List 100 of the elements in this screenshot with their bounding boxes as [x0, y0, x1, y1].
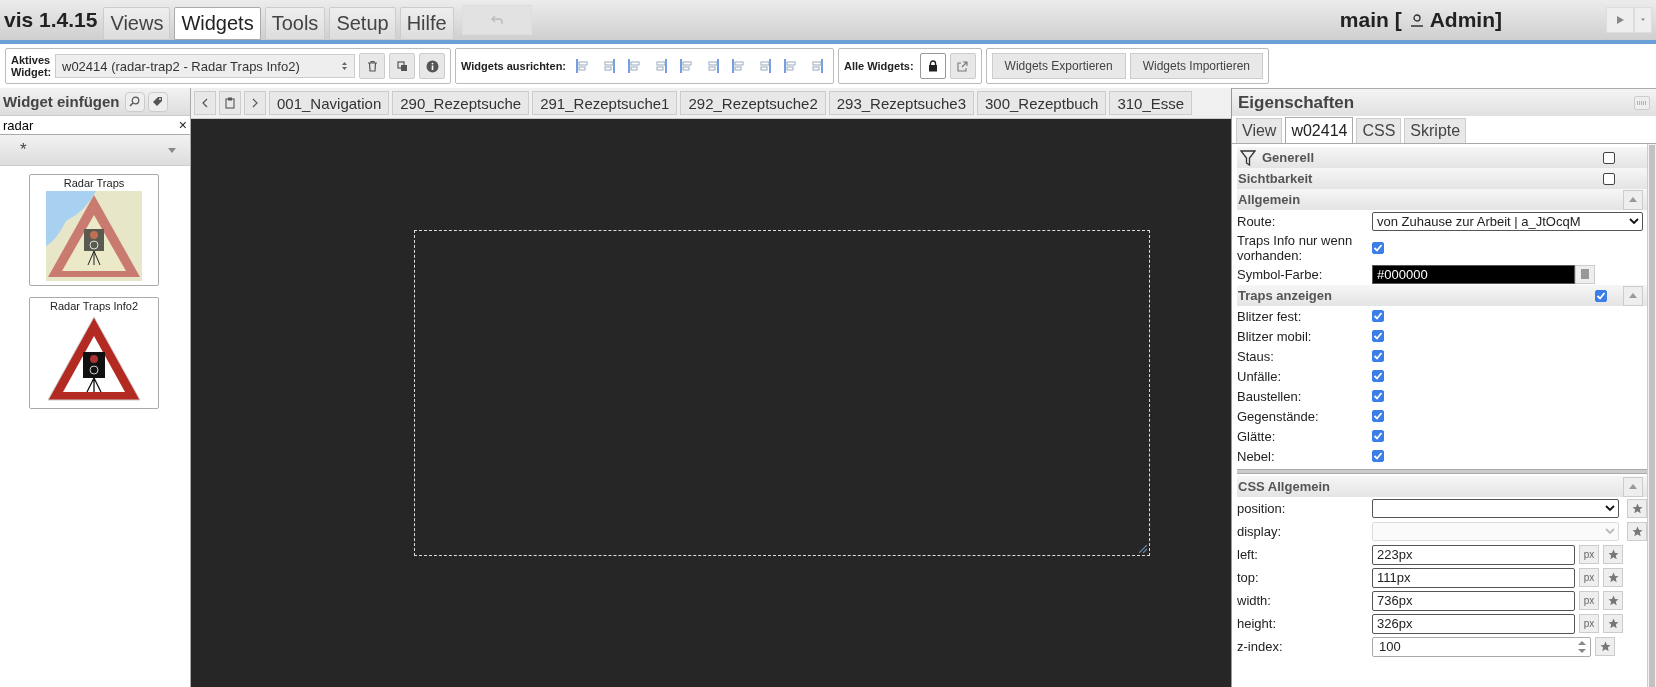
page-tab[interactable]: 292_Rezeptsuche2: [680, 91, 826, 115]
spinner-arrows-icon[interactable]: [1578, 639, 1586, 654]
property-input[interactable]: 111px: [1372, 567, 1575, 588]
property-checkbox[interactable]: [1372, 430, 1384, 442]
page-tab[interactable]: 001_Navigation: [269, 91, 390, 115]
copy-button[interactable]: [389, 53, 415, 79]
align-label: Widgets ausrichten:: [461, 60, 567, 72]
collapse-button[interactable]: [1623, 189, 1643, 210]
clipboard-icon: [225, 97, 235, 109]
unit-button[interactable]: px: [1579, 614, 1599, 633]
unit-button[interactable]: px: [1579, 545, 1599, 564]
properties-tab[interactable]: w02414: [1285, 117, 1354, 143]
properties-tab[interactable]: View: [1236, 118, 1283, 143]
toolbar-button[interactable]: Widgets Exportieren: [991, 53, 1126, 79]
active-widget-select[interactable]: w02414 (radar-trap2 - Radar Traps Info2): [55, 54, 355, 78]
category-select[interactable]: *: [0, 135, 190, 166]
section-title: CSS Allgemein: [1238, 479, 1330, 494]
caret-icon: [1629, 197, 1637, 202]
property-label: Nebel:: [1237, 448, 1276, 464]
property-checkbox[interactable]: [1372, 350, 1384, 362]
chevron-down-icon: [1629, 218, 1639, 225]
property-checkbox[interactable]: [1372, 242, 1384, 254]
collapse-button[interactable]: [1623, 476, 1643, 497]
property-label: Blitzer mobil:: [1237, 328, 1313, 344]
property-select[interactable]: [1372, 499, 1619, 518]
property-label: display:: [1237, 524, 1283, 539]
unit-button[interactable]: px: [1579, 568, 1599, 587]
widget-card[interactable]: Radar Traps: [29, 174, 159, 286]
favorite-button[interactable]: [1603, 614, 1623, 633]
page-tab[interactable]: 300_Rezeptbuch: [977, 91, 1107, 115]
align-icon[interactable]: [809, 58, 826, 74]
property-label: position:: [1237, 501, 1287, 516]
property-label: Glätte:: [1237, 428, 1277, 444]
property-label: top:: [1237, 570, 1260, 585]
filter-icon[interactable]: [1240, 149, 1256, 166]
section-checkbox[interactable]: [1603, 172, 1615, 185]
align-icon[interactable]: [757, 58, 774, 74]
favorite-button[interactable]: [1603, 568, 1623, 587]
property-label: left:: [1237, 547, 1259, 562]
info-button[interactable]: [419, 53, 445, 79]
property-checkbox[interactable]: [1372, 390, 1384, 402]
align-icon[interactable]: [653, 58, 670, 74]
favorite-button[interactable]: [1627, 499, 1647, 518]
menu-tab[interactable]: Hilfe: [399, 7, 454, 40]
collapse-button[interactable]: [1623, 285, 1643, 306]
property-checkbox[interactable]: [1372, 370, 1384, 382]
widget-card[interactable]: Radar Traps Info2: [29, 297, 159, 409]
menu-tab[interactable]: Views: [103, 7, 171, 40]
menu-tab[interactable]: Setup: [329, 7, 396, 40]
property-checkbox[interactable]: [1372, 310, 1384, 322]
page-tab[interactable]: 291_Rezeptsuche1: [532, 91, 678, 115]
property-label: Gegenstände:: [1237, 408, 1320, 424]
external-link-icon: [957, 60, 969, 72]
page-tab[interactable]: 310_Esse: [1109, 91, 1193, 115]
lock-button[interactable]: [919, 53, 946, 79]
favorite-button[interactable]: [1595, 637, 1615, 656]
run-button[interactable]: [1606, 7, 1634, 33]
color-field[interactable]: #000000: [1372, 264, 1575, 284]
star-icon: [1631, 503, 1643, 514]
caret-icon: [1629, 293, 1637, 298]
chevron-down-icon: [1605, 528, 1615, 535]
resize-handle-icon[interactable]: [1139, 545, 1147, 553]
search-button[interactable]: [124, 91, 145, 112]
dots-icon: [1637, 100, 1647, 105]
property-checkbox[interactable]: [1372, 330, 1384, 342]
section-checkbox[interactable]: [1603, 151, 1615, 164]
unit-button[interactable]: px: [1579, 591, 1599, 610]
number-input[interactable]: 100: [1372, 636, 1591, 657]
section-title: Sichtbarkeit: [1238, 171, 1313, 186]
align-icon[interactable]: [601, 58, 618, 74]
menu-tab[interactable]: Tools: [264, 7, 326, 40]
page-tab[interactable]: 293_Rezeptsuche3: [828, 91, 974, 115]
property-input[interactable]: 223px: [1372, 544, 1575, 565]
properties-tab[interactable]: CSS: [1356, 118, 1402, 143]
clear-button[interactable]: ×: [178, 117, 187, 133]
page-tab[interactable]: 290_Rezeptsuche: [392, 91, 530, 115]
favorite-button[interactable]: [1627, 522, 1647, 541]
play-icon: [1615, 15, 1625, 25]
property-checkbox[interactable]: [1372, 410, 1384, 422]
section-checkbox[interactable]: [1595, 289, 1607, 302]
property-input[interactable]: 736px: [1372, 590, 1575, 611]
trash-icon: [366, 60, 378, 72]
align-icon[interactable]: [705, 58, 722, 74]
delete-button[interactable]: [359, 53, 385, 79]
clipboard-button[interactable]: [219, 91, 241, 115]
favorite-button[interactable]: [1603, 545, 1623, 564]
info-icon: [425, 59, 439, 73]
menu-tab[interactable]: Widgets: [174, 7, 261, 40]
favorite-button[interactable]: [1603, 591, 1623, 610]
color-picker-button[interactable]: [1575, 264, 1595, 284]
property-checkbox[interactable]: [1372, 450, 1384, 462]
chevron-left-icon: [202, 98, 208, 108]
properties-title: Eigenschaften: [1238, 92, 1355, 113]
route-select[interactable]: von Zuhause zur Arbeit | a_JtOcqM: [1372, 212, 1643, 231]
properties-tab[interactable]: Skripte: [1404, 118, 1467, 143]
property-input[interactable]: 326px: [1372, 613, 1575, 634]
tag-button[interactable]: [147, 91, 168, 112]
lock-icon: [927, 60, 938, 72]
star-icon: [1599, 641, 1611, 652]
toolbar-button[interactable]: Widgets Importieren: [1129, 53, 1264, 79]
